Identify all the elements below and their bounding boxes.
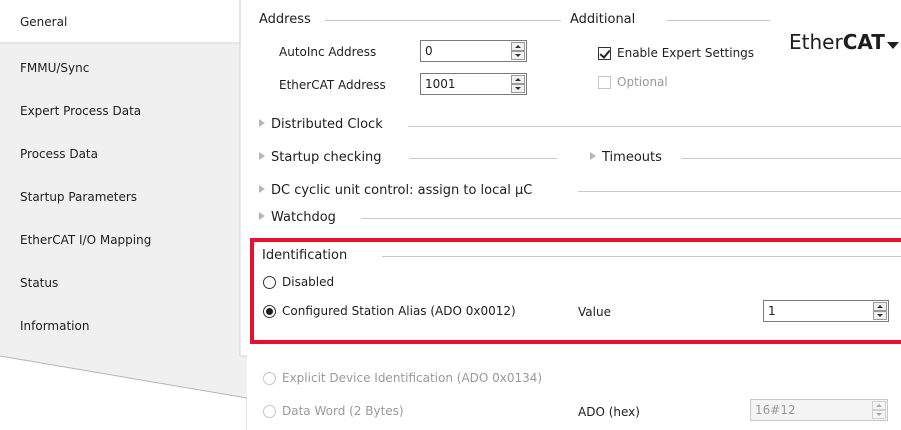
spin-down-icon[interactable]: [872, 410, 886, 419]
spin-up-icon[interactable]: [511, 75, 525, 84]
identification-title: Identification: [262, 248, 348, 263]
ethercat-address-label: EtherCAT Address: [279, 78, 386, 92]
section-label: Distributed Clock: [271, 117, 383, 132]
section-label: Watchdog: [271, 210, 336, 225]
tab-fmmu-sync[interactable]: FMMU/Sync: [0, 46, 240, 89]
spin-up-icon[interactable]: [873, 302, 887, 311]
tab-label: General: [20, 14, 68, 29]
autoinc-address-label: AutoInc Address: [279, 45, 377, 59]
tab-process-data[interactable]: Process Data: [0, 132, 240, 175]
data-word-radio[interactable]: Data Word (2 Bytes): [263, 404, 404, 418]
configured-station-alias-radio[interactable]: Configured Station Alias (ADO 0x0012): [263, 304, 516, 318]
tab-general[interactable]: General: [0, 0, 240, 43]
disabled-radio-label: Disabled: [282, 275, 335, 289]
additional-group-line: [667, 20, 770, 21]
enable-expert-settings-checkbox[interactable]: Enable Expert Settings: [598, 46, 754, 60]
tab-label: Startup Parameters: [20, 189, 138, 204]
logo-text-cat: CAT: [842, 30, 885, 54]
expand-triangle-icon: [259, 152, 265, 160]
configured-station-alias-label: Configured Station Alias (ADO 0x0012): [282, 304, 516, 318]
expand-triangle-icon: [259, 185, 265, 193]
spin-down-icon[interactable]: [873, 311, 887, 320]
radio-empty-icon[interactable]: [263, 275, 276, 289]
highlight-box: [250, 238, 901, 344]
tab-label: Expert Process Data: [20, 103, 142, 118]
disabled-radio[interactable]: Disabled: [263, 275, 334, 289]
ado-hex-input[interactable]: [751, 400, 871, 420]
value-label: Value: [578, 305, 611, 319]
data-word-label: Data Word (2 Bytes): [282, 404, 404, 418]
identification-line: [382, 256, 901, 257]
spin-up-icon[interactable]: [872, 401, 886, 410]
checkbox-checked-icon[interactable]: [598, 46, 611, 60]
spin-down-icon[interactable]: [511, 51, 525, 60]
tab-startup-parameters[interactable]: Startup Parameters: [0, 175, 240, 218]
tab-status[interactable]: Status: [0, 261, 240, 304]
section-line: [409, 158, 557, 159]
section-line: [361, 218, 901, 219]
section-line: [578, 191, 901, 192]
expand-triangle-icon: [590, 152, 596, 160]
ethercat-address-input[interactable]: [421, 74, 511, 94]
tab-label: Status: [20, 275, 59, 290]
tab-label: Process Data: [20, 146, 98, 161]
section-label: Timeouts: [602, 150, 662, 165]
ethercat-logo: EtherCAT: [789, 30, 899, 54]
tab-ethercat-io-mapping[interactable]: EtherCAT I/O Mapping: [0, 218, 240, 261]
enable-expert-settings-label: Enable Expert Settings: [617, 46, 755, 60]
tab-label: EtherCAT I/O Mapping: [20, 232, 152, 247]
section-label: Startup checking: [271, 150, 382, 165]
explicit-device-identification-label: Explicit Device Identification (ADO 0x01…: [282, 371, 543, 385]
tab-information[interactable]: Information: [0, 304, 240, 347]
section-startup-checking[interactable]: Startup checking: [259, 150, 382, 166]
logo-triangle-icon: [886, 42, 899, 49]
additional-group-title: Additional: [570, 12, 636, 27]
section-dc-cyclic[interactable]: DC cyclic unit control: assign to local …: [259, 183, 532, 199]
section-line: [408, 126, 901, 127]
tab-label: FMMU/Sync: [20, 60, 90, 75]
ado-hex-label: ADO (hex): [578, 405, 640, 419]
section-label: DC cyclic unit control: assign to local …: [271, 183, 533, 198]
optional-checkbox[interactable]: Optional: [598, 75, 668, 89]
tab-strip: General FMMU/Sync Expert Process Data Pr…: [0, 0, 247, 430]
optional-label: Optional: [617, 75, 668, 89]
expand-triangle-icon: [259, 119, 265, 127]
spin-down-icon[interactable]: [511, 84, 525, 93]
radio-empty-icon[interactable]: [263, 404, 276, 418]
explicit-device-identification-radio[interactable]: Explicit Device Identification (ADO 0x01…: [263, 371, 542, 385]
autoinc-address-spinbox[interactable]: [420, 40, 527, 62]
tab-label: Information: [20, 318, 90, 333]
ado-hex-spinbox[interactable]: [750, 399, 888, 421]
spin-up-icon[interactable]: [511, 42, 525, 51]
tab-expert-process-data[interactable]: Expert Process Data: [0, 89, 240, 132]
radio-empty-icon[interactable]: [263, 371, 276, 385]
section-distributed-clock[interactable]: Distributed Clock: [259, 117, 383, 133]
address-group-line: [325, 20, 561, 21]
logo-text-ether: Ether: [789, 30, 843, 54]
checkbox-empty-icon[interactable]: [598, 75, 611, 89]
ethercat-address-spinbox[interactable]: [420, 73, 527, 95]
alias-value-spinbox[interactable]: [763, 300, 889, 322]
expand-triangle-icon: [259, 212, 265, 220]
section-line: [681, 158, 901, 159]
address-group-title: Address: [259, 12, 311, 27]
alias-value-input[interactable]: [764, 301, 872, 321]
section-watchdog[interactable]: Watchdog: [259, 210, 336, 226]
section-timeouts[interactable]: Timeouts: [590, 150, 662, 166]
radio-selected-icon[interactable]: [263, 304, 276, 318]
autoinc-address-input[interactable]: [421, 41, 511, 61]
